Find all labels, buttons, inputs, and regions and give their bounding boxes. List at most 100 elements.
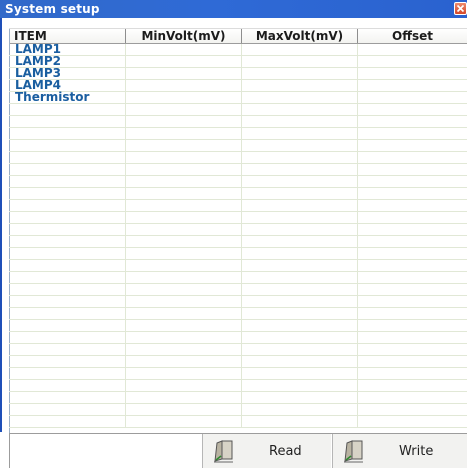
item-cell[interactable]	[9, 260, 126, 271]
table-row[interactable]: LAMP3	[9, 67, 467, 80]
minvolt-cell[interactable]	[126, 380, 242, 391]
maxvolt-cell[interactable]	[242, 176, 358, 187]
maxvolt-cell[interactable]	[242, 188, 358, 199]
item-cell[interactable]: Thermistor	[9, 91, 126, 103]
table-row[interactable]	[9, 320, 467, 332]
maxvolt-cell[interactable]	[242, 164, 358, 175]
minvolt-cell[interactable]	[126, 260, 242, 271]
offset-cell[interactable]	[358, 296, 467, 307]
offset-cell[interactable]	[358, 332, 467, 343]
maxvolt-cell[interactable]	[242, 128, 358, 139]
item-cell[interactable]	[9, 356, 126, 367]
table-row[interactable]	[9, 380, 467, 392]
table-row[interactable]: Thermistor	[9, 91, 467, 104]
table-row[interactable]	[9, 248, 467, 260]
maxvolt-cell[interactable]	[242, 116, 358, 127]
offset-cell[interactable]	[358, 392, 467, 403]
table-row[interactable]	[9, 296, 467, 308]
maxvolt-cell[interactable]	[242, 248, 358, 259]
offset-cell[interactable]	[358, 368, 467, 379]
offset-cell[interactable]	[358, 152, 467, 163]
table-row[interactable]	[9, 332, 467, 344]
offset-cell[interactable]	[358, 224, 467, 235]
offset-cell[interactable]	[358, 236, 467, 247]
table-row[interactable]	[9, 236, 467, 248]
maxvolt-cell[interactable]	[242, 104, 358, 115]
table-row[interactable]	[9, 116, 467, 128]
minvolt-cell[interactable]	[126, 308, 242, 319]
minvolt-cell[interactable]	[126, 92, 242, 103]
offset-cell[interactable]	[358, 188, 467, 199]
table-row[interactable]	[9, 392, 467, 404]
minvolt-cell[interactable]	[126, 224, 242, 235]
table-row[interactable]	[9, 344, 467, 356]
maxvolt-cell[interactable]	[242, 140, 358, 151]
offset-cell[interactable]	[358, 404, 467, 415]
minvolt-cell[interactable]	[126, 248, 242, 259]
maxvolt-cell[interactable]	[242, 272, 358, 283]
read-button[interactable]: Read	[202, 434, 331, 468]
item-cell[interactable]	[9, 140, 126, 151]
maxvolt-cell[interactable]	[242, 344, 358, 355]
item-cell[interactable]	[9, 416, 126, 427]
item-cell[interactable]	[9, 116, 126, 127]
minvolt-cell[interactable]	[126, 320, 242, 331]
offset-cell[interactable]	[358, 176, 467, 187]
item-cell[interactable]	[9, 152, 126, 163]
minvolt-cell[interactable]	[126, 176, 242, 187]
maxvolt-cell[interactable]	[242, 92, 358, 103]
maxvolt-cell[interactable]	[242, 320, 358, 331]
table-row[interactable]	[9, 224, 467, 236]
table-row[interactable]	[9, 284, 467, 296]
minvolt-cell[interactable]	[126, 296, 242, 307]
table-row[interactable]	[9, 128, 467, 140]
offset-cell[interactable]	[358, 44, 467, 55]
item-cell[interactable]	[9, 128, 126, 139]
maxvolt-cell[interactable]	[242, 356, 358, 367]
table-row[interactable]: LAMP2	[9, 55, 467, 68]
item-cell[interactable]	[9, 392, 126, 403]
table-row[interactable]	[9, 368, 467, 380]
minvolt-cell[interactable]	[126, 404, 242, 415]
offset-cell[interactable]	[358, 272, 467, 283]
minvolt-cell[interactable]	[126, 344, 242, 355]
item-cell[interactable]	[9, 236, 126, 247]
item-cell[interactable]	[9, 404, 126, 415]
maxvolt-cell[interactable]	[242, 332, 358, 343]
item-cell[interactable]	[9, 344, 126, 355]
table-row[interactable]	[9, 308, 467, 320]
offset-cell[interactable]	[358, 416, 467, 427]
table-row[interactable]	[9, 104, 467, 116]
offset-cell[interactable]	[358, 80, 467, 91]
item-cell[interactable]	[9, 176, 126, 187]
table-row[interactable]	[9, 176, 467, 188]
item-cell[interactable]	[9, 104, 126, 115]
item-cell[interactable]	[9, 248, 126, 259]
maxvolt-cell[interactable]	[242, 80, 358, 91]
maxvolt-cell[interactable]	[242, 44, 358, 55]
item-cell[interactable]	[9, 296, 126, 307]
table-row[interactable]	[9, 260, 467, 272]
offset-cell[interactable]	[358, 344, 467, 355]
minvolt-cell[interactable]	[126, 68, 242, 79]
table-row[interactable]	[9, 164, 467, 176]
minvolt-cell[interactable]	[126, 416, 242, 427]
item-cell[interactable]	[9, 380, 126, 391]
table-row[interactable]	[9, 404, 467, 416]
minvolt-cell[interactable]	[126, 212, 242, 223]
offset-cell[interactable]	[358, 356, 467, 367]
minvolt-cell[interactable]	[126, 140, 242, 151]
minvolt-cell[interactable]	[126, 356, 242, 367]
maxvolt-cell[interactable]	[242, 284, 358, 295]
item-cell[interactable]	[9, 320, 126, 331]
close-icon[interactable]	[454, 2, 467, 15]
offset-cell[interactable]	[358, 104, 467, 115]
minvolt-cell[interactable]	[126, 284, 242, 295]
offset-cell[interactable]	[358, 248, 467, 259]
minvolt-cell[interactable]	[126, 392, 242, 403]
maxvolt-cell[interactable]	[242, 380, 358, 391]
minvolt-cell[interactable]	[126, 44, 242, 55]
offset-cell[interactable]	[358, 164, 467, 175]
item-cell[interactable]	[9, 284, 126, 295]
offset-cell[interactable]	[358, 212, 467, 223]
